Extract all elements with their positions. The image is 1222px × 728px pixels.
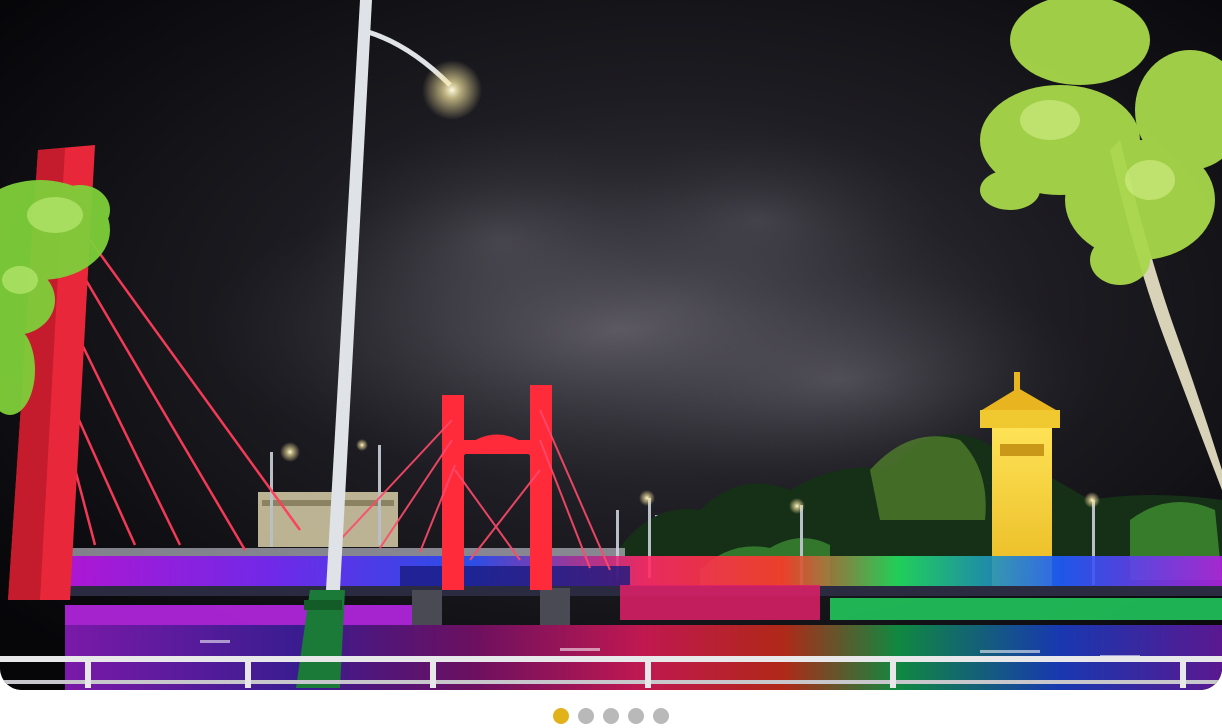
- pagination-dot[interactable]: [578, 708, 594, 724]
- carousel-slide-photo: [0, 0, 1222, 690]
- pagination-dot[interactable]: [628, 708, 644, 724]
- night-bridge-photo: [0, 0, 1222, 690]
- pagination-dot-active[interactable]: [553, 708, 569, 724]
- carousel-pagination: [0, 708, 1222, 728]
- pagination-dot[interactable]: [603, 708, 619, 724]
- pagination-dot[interactable]: [653, 708, 669, 724]
